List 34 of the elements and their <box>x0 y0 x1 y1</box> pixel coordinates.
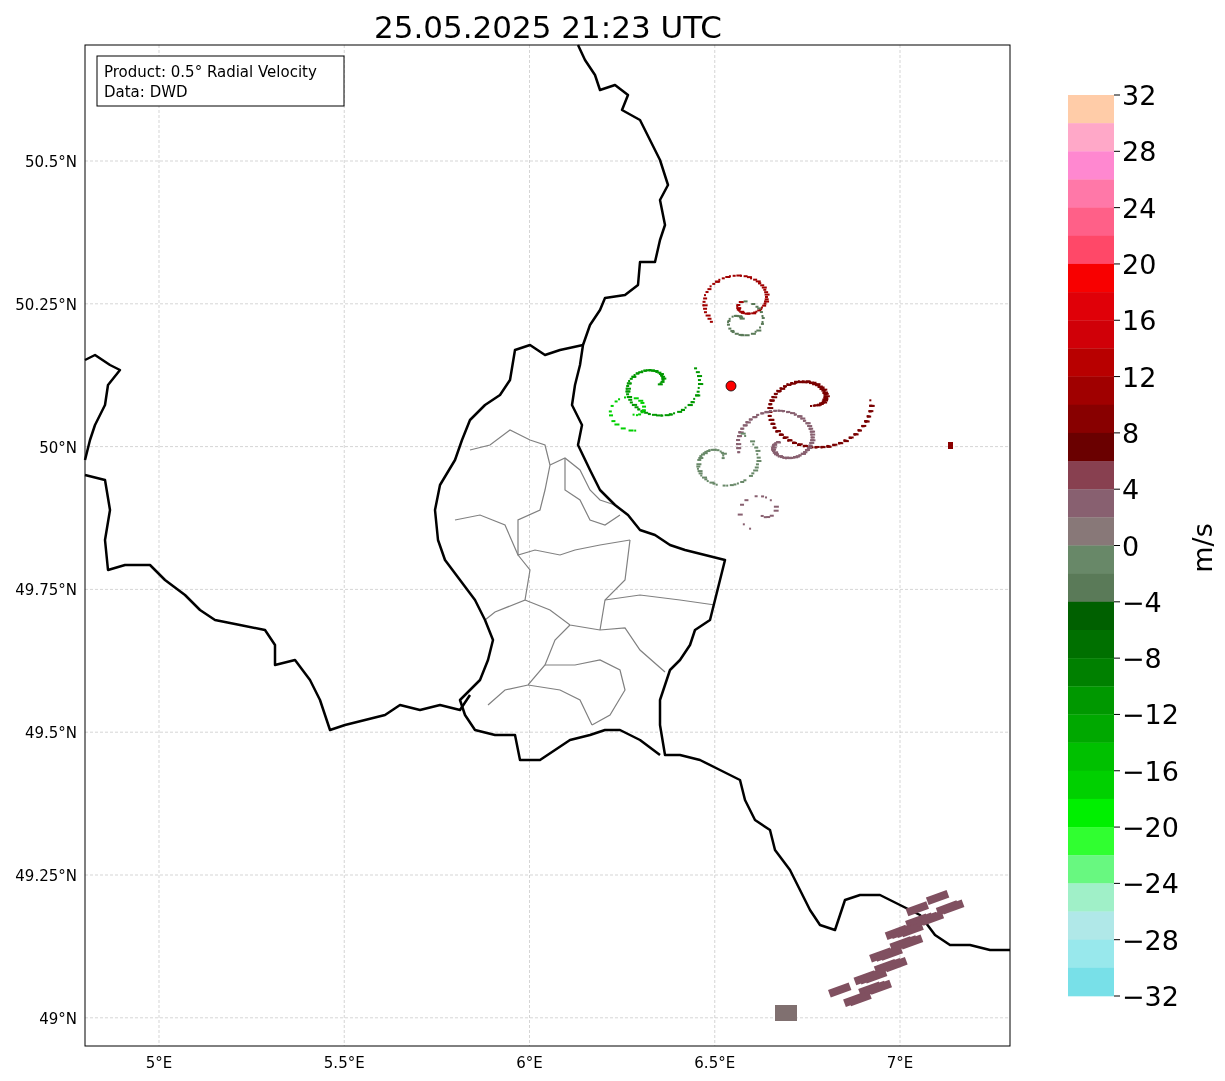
longitude-label: 6°E <box>516 1054 543 1072</box>
latitude-label: 50°N <box>39 438 77 457</box>
longitude-label: 6.5°E <box>694 1054 736 1072</box>
colorbar-label: −28 <box>1122 924 1179 956</box>
latitude-label: 49.5°N <box>24 724 77 743</box>
latitude-label: 49.25°N <box>15 867 77 885</box>
chart-title: 25.05.2025 21:23 UTC <box>374 9 722 45</box>
colorbar-label: −24 <box>1122 868 1179 900</box>
colorbar-label: 32 <box>1122 80 1157 111</box>
colorbar-label: −12 <box>1122 699 1179 731</box>
colorbar-label: −8 <box>1122 643 1162 675</box>
latitude-label: 50.5°N <box>24 153 77 171</box>
colorbar-label: 16 <box>1122 305 1157 337</box>
colorbar-label: 0 <box>1122 530 1140 562</box>
colorbar-label: −20 <box>1122 812 1179 844</box>
radar-site-icon <box>725 380 737 392</box>
latitude-label: 50.25°N <box>15 295 77 314</box>
colorbar-label: 8 <box>1122 417 1140 449</box>
colorbar-label: 12 <box>1122 361 1157 393</box>
colorbar-label: 28 <box>1122 136 1157 168</box>
latitude-label: 49°N <box>39 1009 77 1028</box>
longitude-label: 7°E <box>886 1054 914 1072</box>
colorbar-label: 4 <box>1122 474 1140 506</box>
colorbar-label: 20 <box>1122 248 1157 280</box>
longitude-label: 5°E <box>145 1054 173 1072</box>
colorbar-label: −4 <box>1122 586 1162 618</box>
colorbar-label: −32 <box>1122 981 1179 1012</box>
legend-text: Data: DWD <box>104 83 188 101</box>
legend-text: Product: 0.5° Radial Velocity <box>104 63 317 81</box>
latitude-label: 49.75°N <box>15 581 77 600</box>
longitude-label: 5.5°E <box>323 1054 365 1072</box>
colorbar-label: −16 <box>1122 755 1179 787</box>
colorbar-unit: m/s <box>1187 523 1218 573</box>
colorbar-label: 24 <box>1122 192 1157 224</box>
